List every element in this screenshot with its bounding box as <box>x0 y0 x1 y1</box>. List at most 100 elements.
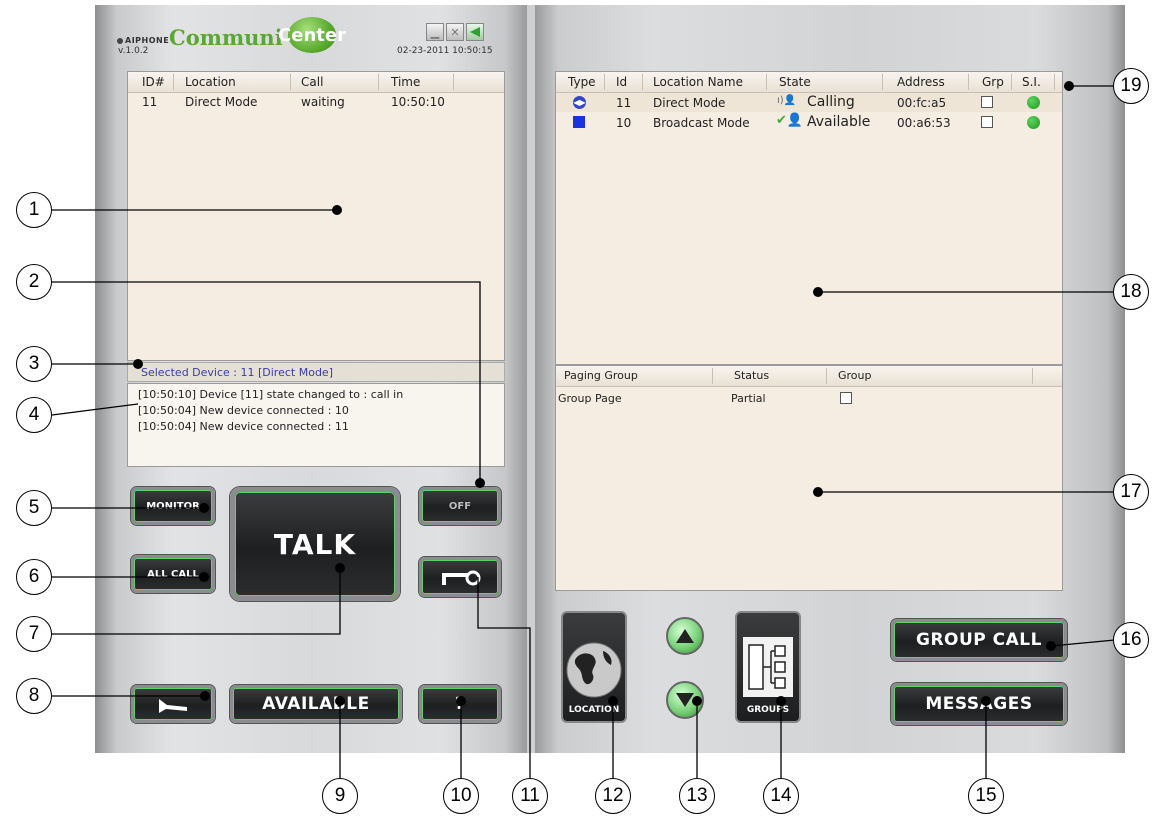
col-location[interactable]: Location <box>185 75 236 89</box>
arrow-down-icon <box>676 693 694 707</box>
communi-logo-text: Communi <box>169 25 283 50</box>
blue-square-icon <box>573 116 585 128</box>
available-button[interactable]: AVAILABLE <box>230 685 402 723</box>
close-icon[interactable]: ✕ <box>446 23 464 41</box>
grp-checkbox[interactable] <box>981 96 993 108</box>
callout-13: 13 <box>679 778 715 814</box>
messages-button[interactable]: MESSAGES <box>891 683 1067 725</box>
cell-id: 11 <box>142 95 158 109</box>
speaker-icon[interactable] <box>466 23 484 41</box>
calling-icon: ı)👤 <box>777 95 797 106</box>
callout-5: 5 <box>16 490 52 526</box>
groups-label: GROUPS <box>746 705 790 715</box>
col-paging-group[interactable]: Paging Group <box>564 369 638 382</box>
table-row[interactable]: ◀▶ 11 Direct Mode ı)👤 Calling 00:fc:a5 <box>556 93 1062 112</box>
aiphone-logo: AIPHONE <box>117 36 169 45</box>
callout-7: 7 <box>16 616 52 652</box>
callout-17: 17 <box>1113 474 1149 510</box>
groups-button[interactable]: GROUPS <box>735 611 801 723</box>
col-state[interactable]: State <box>779 75 811 89</box>
door-release-button[interactable] <box>419 557 501 597</box>
cell-state: Calling <box>807 94 855 110</box>
callout-14: 14 <box>763 778 799 814</box>
cell-address: 00:a6:53 <box>897 116 951 130</box>
call-list[interactable]: ID# Location Call Time 11 Direct Mode wa… <box>127 71 505 361</box>
monitor-button[interactable]: MONITOR <box>131 487 215 525</box>
datetime-label: 02-23-2011 10:50:15 <box>397 46 493 56</box>
help-button[interactable]: ? <box>419 685 501 723</box>
device-list[interactable]: Type Id Location Name State Address Grp … <box>555 71 1063 365</box>
scroll-down-button[interactable] <box>666 681 704 719</box>
table-row[interactable]: 11 Direct Mode waiting 10:50:10 <box>128 94 504 112</box>
key-icon <box>442 570 481 586</box>
off-button[interactable]: OFF <box>419 487 501 525</box>
talk-button[interactable]: TALK <box>230 487 400 601</box>
device-list-header: Type Id Location Name State Address Grp … <box>556 72 1062 93</box>
version-label: v.1.0.2 <box>118 46 149 56</box>
cell-location: Direct Mode <box>185 95 258 109</box>
col-si[interactable]: S.I. <box>1022 75 1041 89</box>
callout-18: 18 <box>1113 274 1149 310</box>
callout-10: 10 <box>443 778 479 814</box>
callout-19: 19 <box>1113 68 1149 104</box>
col-status[interactable]: Status <box>734 369 769 382</box>
cell-state: Available <box>807 114 871 130</box>
callout-12: 12 <box>595 778 631 814</box>
col-call[interactable]: Call <box>301 75 323 89</box>
status-indicator-icon <box>1027 96 1040 109</box>
groups-tree-icon <box>743 637 793 697</box>
call-list-header: ID# Location Call Time <box>128 72 504 93</box>
cell-address: 00:fc:a5 <box>897 96 947 110</box>
group-call-button[interactable]: GROUP CALL <box>891 619 1067 661</box>
col-time[interactable]: Time <box>391 75 420 89</box>
door-station-icon: ◀▶ <box>573 96 586 109</box>
arrow-up-icon <box>676 629 694 643</box>
location-button[interactable]: LOCATION <box>561 611 627 723</box>
paging-list-header: Paging Group Status Group <box>556 366 1062 387</box>
cell-location-name: Broadcast Mode <box>653 116 750 130</box>
settings-button[interactable] <box>131 685 215 723</box>
minimize-icon[interactable]: ▁ <box>426 23 444 41</box>
col-id[interactable]: ID# <box>142 75 165 89</box>
log-line: [10:50:10] Device [11] state changed to … <box>138 388 404 401</box>
log-line: [10:50:04] New device connected : 10 <box>138 404 349 417</box>
col-device-id[interactable]: Id <box>616 75 627 89</box>
callout-3: 3 <box>16 346 52 382</box>
col-address[interactable]: Address <box>897 75 945 89</box>
cell-paging-group: Group Page <box>558 392 622 405</box>
col-location-name[interactable]: Location Name <box>653 75 743 89</box>
callout-9: 9 <box>322 778 358 814</box>
scroll-up-button[interactable] <box>666 617 704 655</box>
cell-location-name: Direct Mode <box>653 96 726 110</box>
wrench-icon <box>159 699 187 713</box>
globe-icon <box>566 642 622 698</box>
event-log[interactable]: [10:50:10] Device [11] state changed to … <box>127 383 505 467</box>
callout-8: 8 <box>16 678 52 714</box>
center-logo-ball: Center <box>278 17 346 53</box>
grp-checkbox[interactable] <box>981 116 993 128</box>
callout-2: 2 <box>16 264 52 300</box>
cell-status: Partial <box>731 392 766 405</box>
status-indicator-icon <box>1027 116 1040 129</box>
cell-device-id: 11 <box>616 96 632 110</box>
group-checkbox[interactable] <box>840 392 852 404</box>
cell-call: waiting <box>301 95 345 109</box>
callout-4: 4 <box>16 397 52 433</box>
table-row[interactable]: 10 Broadcast Mode ✔👤 Available 00:a6:53 <box>556 113 1062 132</box>
app-window: AIPHONE Communi Center v.1.0.2 02-23-201… <box>95 5 1125 753</box>
all-call-button[interactable]: ALL CALL <box>131 555 215 593</box>
paging-group-list[interactable]: Paging Group Status Group Group Page Par… <box>555 365 1063 591</box>
callout-6: 6 <box>16 559 52 595</box>
log-line: [10:50:04] New device connected : 11 <box>138 420 349 433</box>
available-icon: ✔👤 <box>776 113 804 128</box>
callout-15: 15 <box>968 778 1004 814</box>
cell-time: 10:50:10 <box>391 95 445 109</box>
col-group[interactable]: Group <box>838 369 872 382</box>
callout-16: 16 <box>1113 622 1149 658</box>
location-label: LOCATION <box>568 705 620 715</box>
table-row[interactable]: Group Page Partial <box>556 390 1062 408</box>
col-type[interactable]: Type <box>568 75 596 89</box>
callout-1: 1 <box>16 192 52 228</box>
col-grp[interactable]: Grp <box>982 75 1004 89</box>
selected-device-bar: Selected Device : 11 [Direct Mode] <box>127 362 505 382</box>
